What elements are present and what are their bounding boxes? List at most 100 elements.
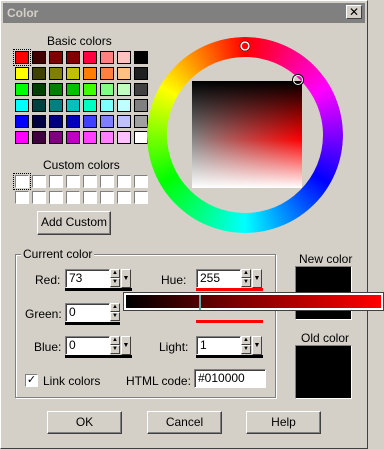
basic-color-swatch[interactable]: [83, 131, 97, 144]
basic-color-swatch[interactable]: [134, 51, 148, 64]
basic-color-swatch[interactable]: [66, 99, 80, 112]
basic-color-swatch[interactable]: [66, 115, 80, 128]
saturation-gradient[interactable]: [126, 295, 381, 310]
green-spinner[interactable]: ▲ ▼: [110, 303, 120, 322]
basic-color-swatch[interactable]: [83, 115, 97, 128]
custom-color-swatch[interactable]: [32, 175, 46, 188]
custom-color-swatch[interactable]: [100, 175, 114, 188]
basic-color-swatch[interactable]: [15, 131, 29, 144]
basic-color-swatch[interactable]: [66, 67, 80, 80]
blue-input[interactable]: 0: [65, 336, 110, 355]
close-button[interactable]: ✕: [346, 5, 362, 19]
basic-color-swatch[interactable]: [117, 99, 131, 112]
basic-color-swatch[interactable]: [32, 83, 46, 96]
basic-color-swatch[interactable]: [32, 99, 46, 112]
basic-color-swatch[interactable]: [134, 99, 148, 112]
hue-spinner[interactable]: ▲ ▼: [241, 269, 251, 288]
red-spinner[interactable]: ▲ ▼: [110, 269, 120, 288]
basic-color-swatch[interactable]: [134, 67, 148, 80]
hue-input[interactable]: 255: [196, 269, 241, 288]
spin-up-icon[interactable]: ▲: [110, 269, 120, 278]
basic-color-swatch[interactable]: [134, 131, 148, 144]
basic-color-swatch[interactable]: [83, 51, 97, 64]
spin-up-icon[interactable]: ▲: [241, 336, 251, 345]
spin-up-icon[interactable]: ▲: [110, 303, 120, 312]
basic-color-swatch[interactable]: [134, 83, 148, 96]
spin-down-icon[interactable]: ▼: [110, 278, 120, 287]
basic-color-swatch[interactable]: [66, 83, 80, 96]
custom-color-swatch[interactable]: [100, 191, 114, 204]
ok-button[interactable]: OK: [47, 411, 122, 434]
light-input[interactable]: 1: [196, 336, 241, 355]
red-input[interactable]: 73: [65, 269, 110, 288]
basic-color-swatch[interactable]: [32, 115, 46, 128]
basic-color-swatch[interactable]: [49, 131, 63, 144]
link-colors-checkbox[interactable]: ✓: [25, 374, 38, 387]
light-dropdown[interactable]: ▼: [252, 336, 262, 355]
spin-down-icon[interactable]: ▼: [110, 345, 120, 354]
basic-color-swatch[interactable]: [117, 115, 131, 128]
cancel-button[interactable]: Cancel: [147, 411, 222, 434]
basic-color-swatch[interactable]: [49, 51, 63, 64]
saturation-popup-slider[interactable]: [123, 292, 384, 311]
basic-color-swatch[interactable]: [66, 51, 80, 64]
basic-color-swatch[interactable]: [15, 99, 29, 112]
hue-dropdown[interactable]: ▼: [252, 269, 262, 288]
basic-color-swatch[interactable]: [49, 83, 63, 96]
basic-color-swatch[interactable]: [15, 115, 29, 128]
custom-color-swatch[interactable]: [49, 175, 63, 188]
spin-up-icon[interactable]: ▲: [241, 269, 251, 278]
basic-color-swatch[interactable]: [13, 49, 31, 66]
basic-color-swatch[interactable]: [117, 67, 131, 80]
spin-down-icon[interactable]: ▼: [110, 312, 120, 321]
basic-color-swatch[interactable]: [32, 131, 46, 144]
basic-color-swatch[interactable]: [117, 51, 131, 64]
basic-color-swatch[interactable]: [100, 83, 114, 96]
basic-color-swatch[interactable]: [66, 131, 80, 144]
basic-color-swatch[interactable]: [49, 115, 63, 128]
saturation-marker[interactable]: [293, 75, 303, 85]
spin-up-icon[interactable]: ▲: [110, 336, 120, 345]
basic-color-swatch[interactable]: [32, 51, 46, 64]
basic-color-swatch[interactable]: [100, 131, 114, 144]
spin-down-icon[interactable]: ▼: [241, 278, 251, 287]
basic-color-swatch[interactable]: [117, 83, 131, 96]
custom-color-swatch[interactable]: [83, 191, 97, 204]
add-custom-button[interactable]: Add Custom: [37, 211, 111, 235]
custom-color-swatch[interactable]: [117, 175, 131, 188]
basic-color-swatch[interactable]: [100, 115, 114, 128]
basic-color-swatch[interactable]: [49, 99, 63, 112]
custom-color-swatch[interactable]: [15, 191, 29, 204]
basic-color-swatch[interactable]: [134, 115, 148, 128]
custom-color-swatch[interactable]: [134, 191, 148, 204]
custom-color-swatch[interactable]: [83, 175, 97, 188]
green-input[interactable]: 0: [65, 303, 110, 322]
blue-dropdown[interactable]: ▼: [121, 336, 131, 355]
saturation-light-square[interactable]: [192, 81, 302, 188]
html-code-input[interactable]: #010000: [194, 369, 266, 388]
basic-color-swatch[interactable]: [15, 83, 29, 96]
help-button[interactable]: Help: [246, 411, 321, 434]
custom-color-swatch[interactable]: [49, 191, 63, 204]
spin-down-icon[interactable]: ▼: [241, 345, 251, 354]
custom-color-swatch[interactable]: [32, 191, 46, 204]
basic-color-swatch[interactable]: [15, 67, 29, 80]
basic-color-swatch[interactable]: [83, 83, 97, 96]
blue-spinner[interactable]: ▲ ▼: [110, 336, 120, 355]
basic-color-swatch[interactable]: [83, 67, 97, 80]
basic-color-swatch[interactable]: [100, 99, 114, 112]
basic-color-swatch[interactable]: [100, 51, 114, 64]
basic-color-swatch[interactable]: [117, 131, 131, 144]
custom-color-swatch[interactable]: [117, 191, 131, 204]
custom-color-swatch[interactable]: [66, 175, 80, 188]
basic-color-swatch[interactable]: [32, 67, 46, 80]
basic-color-swatch[interactable]: [83, 99, 97, 112]
slider-thumb[interactable]: [199, 295, 201, 310]
custom-color-swatch[interactable]: [66, 191, 80, 204]
red-dropdown[interactable]: ▼: [121, 269, 131, 288]
basic-color-swatch[interactable]: [100, 67, 114, 80]
light-spinner[interactable]: ▲ ▼: [241, 336, 251, 355]
custom-color-swatch[interactable]: [134, 175, 148, 188]
custom-color-swatch[interactable]: [13, 173, 31, 190]
basic-color-swatch[interactable]: [49, 67, 63, 80]
